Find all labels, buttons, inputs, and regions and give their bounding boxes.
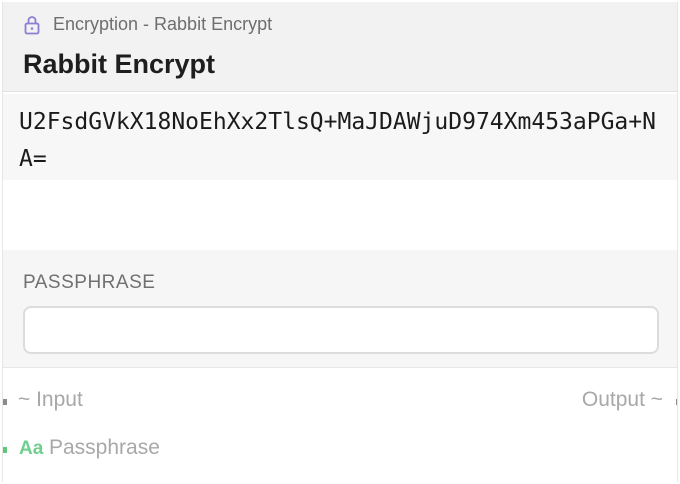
input-port-label: ~ Input (18, 388, 83, 411)
rabbit-encrypt-node[interactable]: Encryption - Rabbit Encrypt Rabbit Encry… (2, 2, 678, 482)
output-port-handle[interactable] (676, 399, 677, 405)
encrypted-output-text[interactable]: U2FsdGVkX18NoEhXx2TlsQ+MaJDAWjuD974Xm453… (3, 94, 677, 180)
node-title: Rabbit Encrypt (23, 49, 216, 79)
output-spacer (3, 180, 677, 250)
node-type-row: Encryption - Rabbit Encrypt (23, 14, 272, 35)
node-type-label: Encryption - Rabbit Encrypt (53, 14, 273, 34)
passphrase-input[interactable] (23, 306, 659, 354)
passphrase-port-row: Aa Passphrase (3, 436, 677, 466)
passphrase-field-label: PASSPHRASE (23, 272, 156, 293)
text-type-icon: Aa (19, 438, 44, 459)
input-port-handle[interactable] (3, 399, 7, 405)
passphrase-port-label: Passphrase (49, 436, 160, 459)
output-port-label: Output ~ (581, 388, 663, 411)
ports-section: ~ Input Output ~ Aa Passphrase (3, 368, 677, 482)
settings-panel: PASSPHRASE (3, 250, 677, 368)
lock-icon (24, 15, 40, 34)
node-header[interactable]: Encryption - Rabbit Encrypt Rabbit Encry… (3, 2, 677, 92)
passphrase-port-handle[interactable] (3, 447, 7, 453)
io-port-row: ~ Input Output ~ (3, 388, 677, 418)
